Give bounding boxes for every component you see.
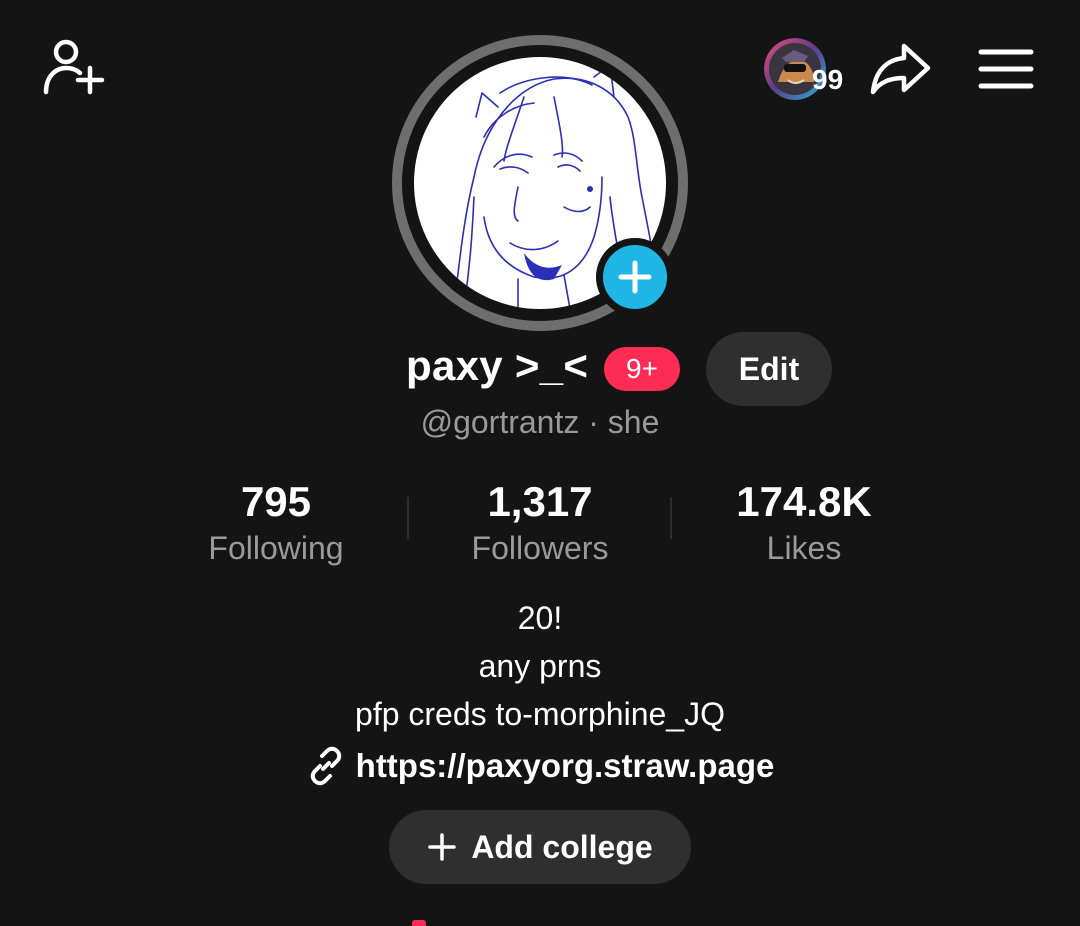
stat-likes[interactable]: 174.8K Likes [674, 476, 934, 568]
link-icon [310, 746, 341, 786]
stat-value: 795 [240, 478, 312, 525]
bio-line: pfp creds to-morphine_JQ [355, 696, 725, 732]
add-avatar-button[interactable] [596, 238, 674, 316]
hamburger-menu-icon [978, 49, 1034, 89]
stat-label: Likes [766, 530, 842, 566]
add-college-label: Add college [471, 828, 653, 865]
display-name: paxy >_< [406, 342, 589, 389]
stat-followers[interactable]: 1,317 Followers [410, 476, 670, 568]
notification-badge[interactable]: 9+ [604, 347, 680, 391]
pronoun-label: she [607, 404, 660, 440]
username-handle: @gortrantz [420, 404, 580, 440]
separator-dot: · [588, 404, 599, 440]
add-friend-icon [43, 39, 105, 95]
bio-link-text: https://paxyorg.straw.page [355, 747, 775, 784]
tab-indicator [412, 920, 426, 926]
bio-link[interactable]: https://paxyorg.straw.page [0, 746, 1080, 786]
add-college-button[interactable]: Add college [389, 810, 691, 884]
share-icon [870, 43, 931, 95]
add-friend-button[interactable] [40, 38, 106, 98]
bio-line: 20! [517, 600, 563, 636]
handle-row: @gortrantz · she [0, 404, 1080, 441]
plus-icon [428, 833, 457, 861]
story-count: 99 [812, 64, 844, 95]
edit-profile-button[interactable]: Edit [706, 332, 832, 406]
stat-value: 174.8K [736, 478, 872, 525]
menu-button[interactable] [978, 48, 1034, 90]
stat-following[interactable]: 795 Following [146, 476, 406, 568]
share-button[interactable] [868, 40, 932, 98]
plus-icon [618, 260, 652, 294]
stat-value: 1,317 [487, 478, 593, 525]
stat-label: Followers [471, 530, 609, 566]
stat-divider [670, 497, 672, 539]
bio-line: any prns [478, 648, 602, 684]
stat-label: Following [208, 530, 344, 566]
stat-divider [407, 497, 409, 539]
